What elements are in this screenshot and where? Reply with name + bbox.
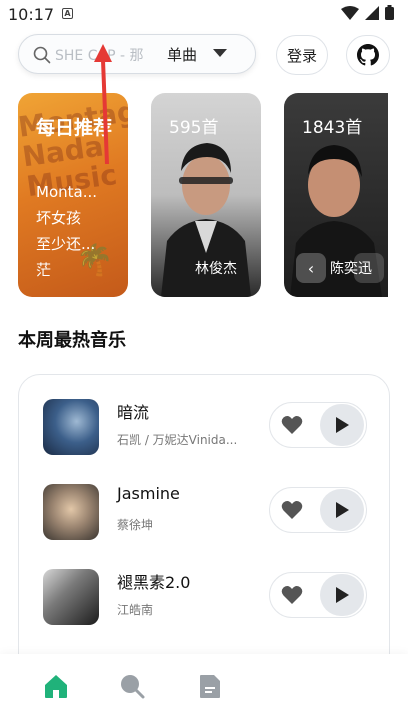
- heart-icon[interactable]: [280, 413, 304, 437]
- song-count: 595首: [169, 118, 219, 138]
- song-actions: [269, 402, 367, 448]
- home-icon[interactable]: [42, 672, 70, 700]
- github-button[interactable]: [346, 35, 390, 75]
- song-title: 暗流: [117, 403, 150, 422]
- card-song-line: 至少还...: [36, 235, 96, 253]
- search-icon: [33, 46, 51, 64]
- annotation-arrow: [94, 44, 112, 164]
- song-actions: [269, 572, 367, 618]
- card-song-line: Monta...: [36, 183, 98, 201]
- carousel-next-button[interactable]: [354, 253, 384, 283]
- card-song-line: 茫: [36, 261, 52, 279]
- hot-songs-list: 暗流 石凯 / 万妮达Vinida... Jasmine 蔡徐坤 褪黑素2.0 …: [18, 374, 390, 694]
- document-icon[interactable]: [196, 672, 224, 700]
- chevron-down-icon[interactable]: [213, 49, 227, 57]
- song-actions: [269, 487, 367, 533]
- play-button[interactable]: [320, 489, 364, 531]
- login-button[interactable]: 登录: [276, 35, 328, 75]
- song-artist: 蔡徐坤: [117, 518, 154, 532]
- heart-icon[interactable]: [280, 583, 304, 607]
- album-cover: [43, 399, 99, 455]
- chevron-left-icon: ‹: [307, 258, 315, 278]
- song-title: Jasmine: [117, 484, 180, 503]
- album-cover: [43, 569, 99, 625]
- song-artist: 石凯 / 万妮达Vinida...: [117, 433, 238, 447]
- play-button[interactable]: [320, 404, 364, 446]
- song-row[interactable]: 褪黑素2.0 江皓南: [41, 567, 371, 627]
- status-icons: [341, 5, 394, 20]
- play-icon: [336, 417, 349, 433]
- artist-card-eason-chan[interactable]: 1843首 陈奕迅 ‹: [284, 93, 388, 297]
- artist-card-jj-lin[interactable]: 595首 林俊杰: [151, 93, 261, 297]
- play-icon: [336, 502, 349, 518]
- heart-icon[interactable]: [280, 498, 304, 522]
- notification-badge: A: [62, 8, 73, 19]
- search-icon[interactable]: [118, 672, 146, 700]
- carousel-prev-button[interactable]: ‹: [296, 253, 326, 283]
- signal-icon: [365, 5, 379, 20]
- song-title: 褪黑素2.0: [117, 573, 191, 592]
- card-song-line: 坏女孩: [36, 209, 82, 227]
- song-row[interactable]: 暗流 石凯 / 万妮达Vinida...: [41, 397, 371, 457]
- status-time: 10:17: [8, 5, 55, 24]
- search-bar[interactable]: SHE CAP - 那 单曲: [18, 34, 256, 74]
- status-bar: 10:17 A: [0, 0, 408, 28]
- github-icon: [357, 44, 379, 66]
- battery-icon: [385, 5, 394, 20]
- song-row[interactable]: Jasmine 蔡徐坤: [41, 482, 371, 542]
- section-title: 本周最热音乐: [18, 330, 126, 351]
- artist-name: 林俊杰: [195, 261, 237, 277]
- album-cover: [43, 484, 99, 540]
- bottom-nav: [0, 654, 408, 725]
- card-song-list: Monta... 坏女孩 至少还... 茫: [36, 179, 97, 283]
- song-artist: 江皓南: [117, 603, 154, 617]
- play-icon: [336, 587, 349, 603]
- search-type-select[interactable]: 单曲: [167, 44, 197, 65]
- play-button[interactable]: [320, 574, 364, 616]
- wifi-icon: [341, 5, 359, 20]
- song-count: 1843首: [302, 118, 363, 138]
